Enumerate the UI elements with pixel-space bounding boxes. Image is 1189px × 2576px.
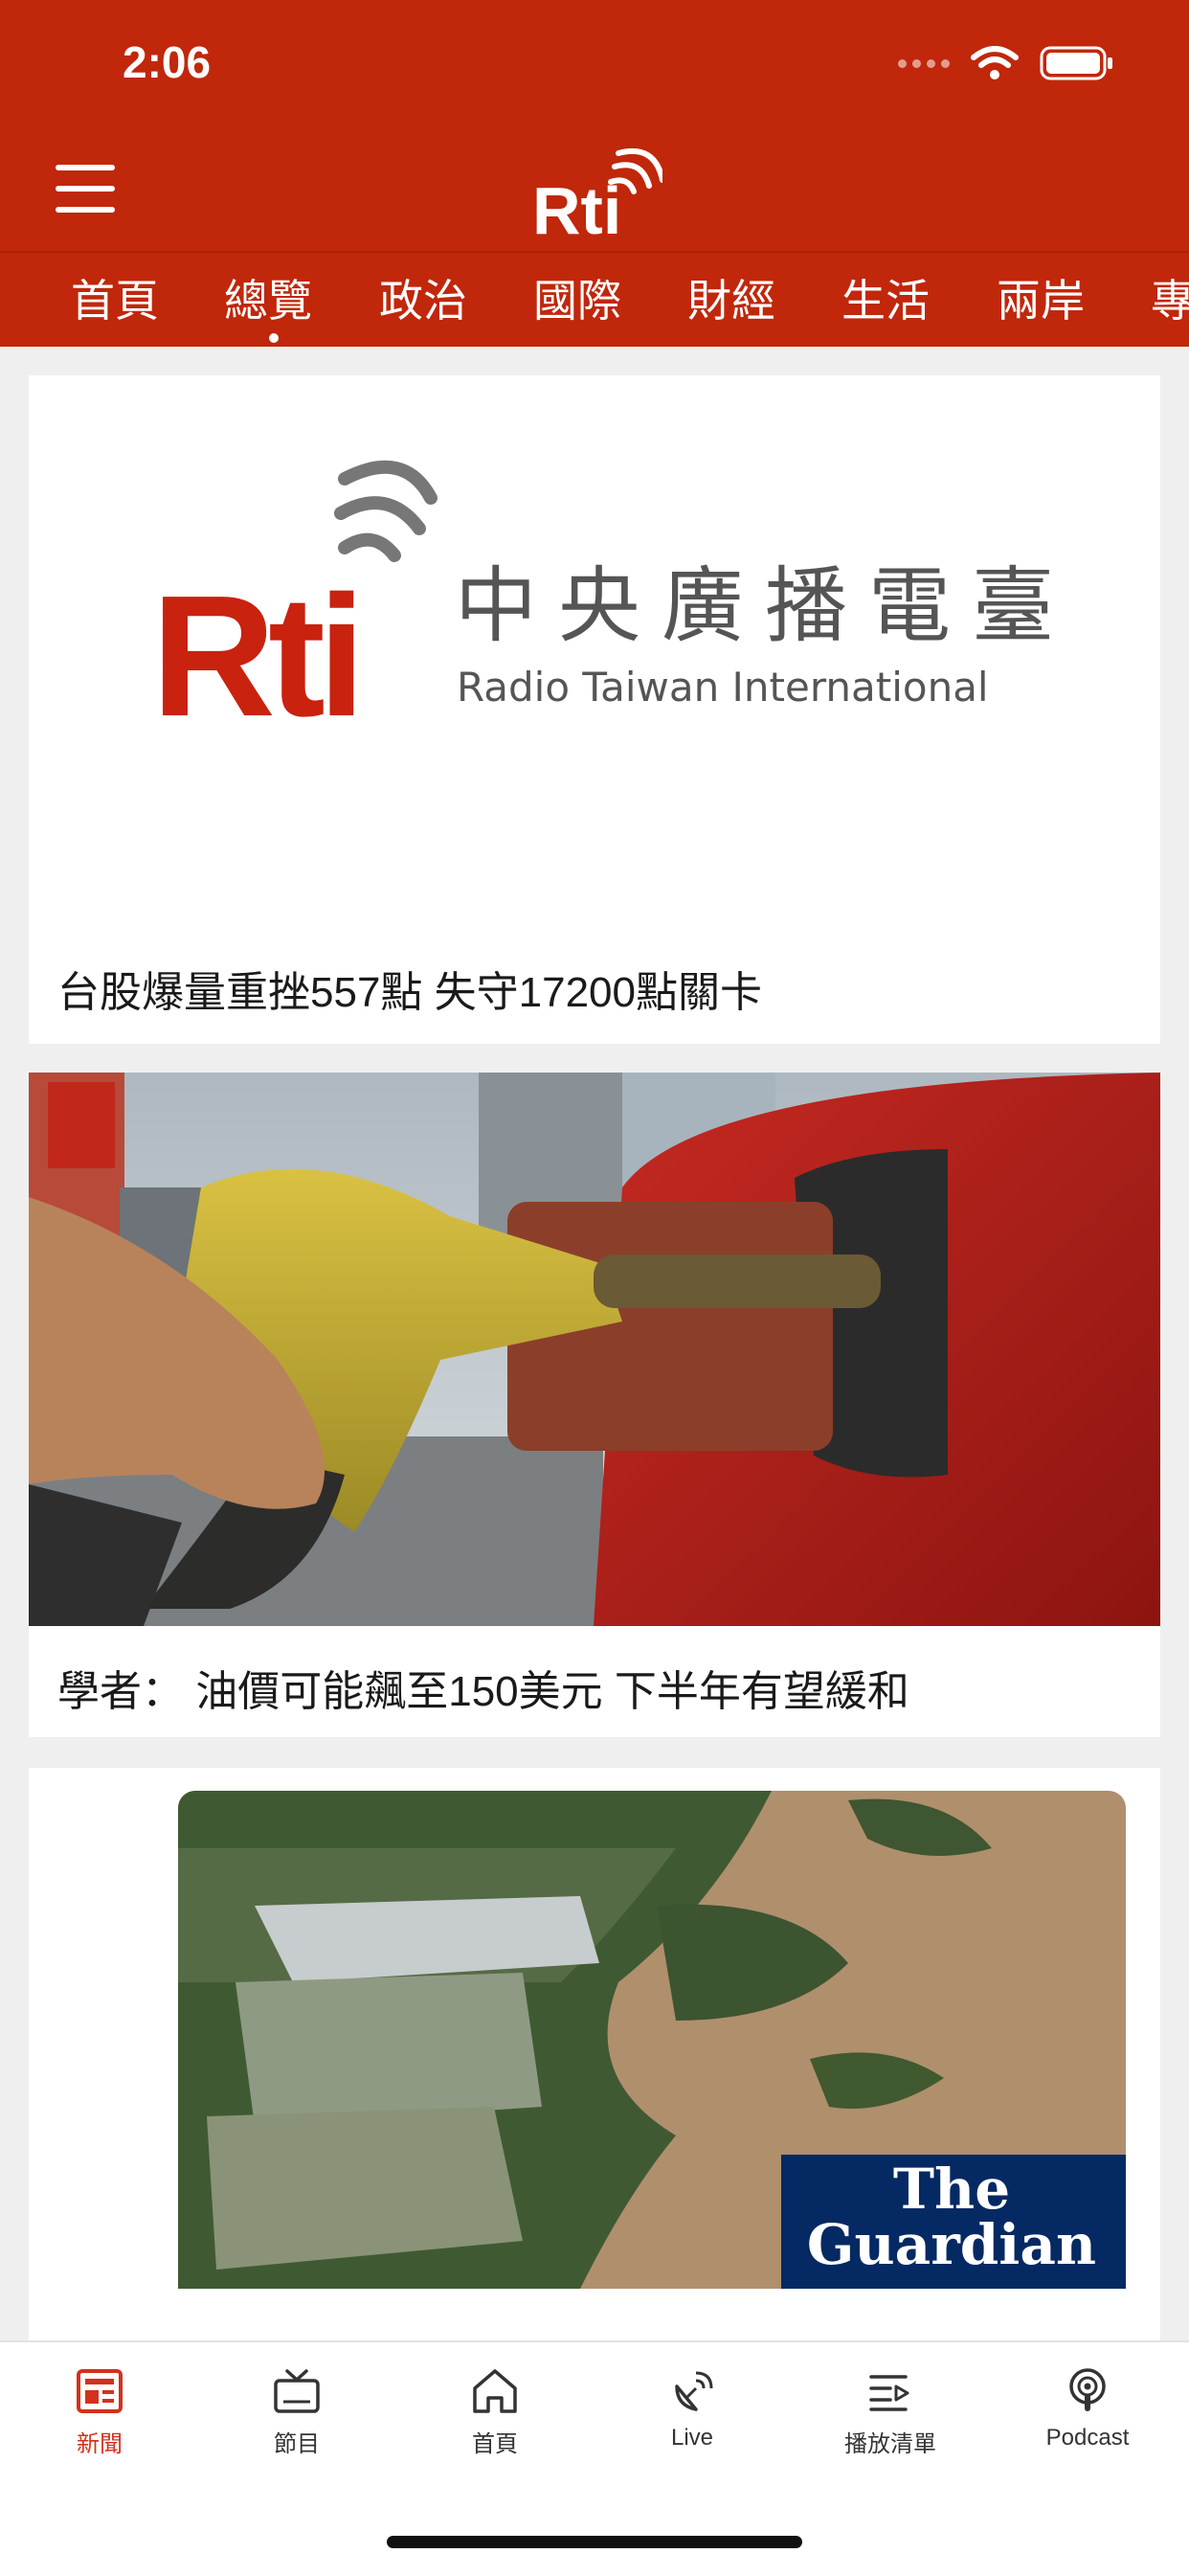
- rti-brand-logo: Rti 中央廣播電臺 Radio Taiwan International: [151, 460, 1075, 753]
- svg-text:Rti: Rti: [151, 560, 358, 753]
- article-image: Rti 中央廣播電臺 Radio Taiwan International: [29, 375, 1160, 912]
- article-card[interactable]: 學者： 油價可能飆至150美元 下半年有望緩和: [29, 1073, 1160, 1737]
- news-icon: [77, 2369, 123, 2413]
- category-tabs: 首頁 總覽 政治 國際 財經 生活 兩岸 專: [0, 251, 1189, 349]
- tab-podcast-label: Podcast: [1045, 2425, 1130, 2451]
- active-tab-indicator: [269, 333, 279, 343]
- tab-home-label: 首頁: [472, 2431, 518, 2457]
- tab-life[interactable]: 生活: [841, 266, 930, 329]
- cellular-signal-icon: [898, 58, 950, 68]
- article-title: 台股爆量重挫557點 失守17200點關卡: [57, 969, 762, 1016]
- playlist-icon: [869, 2375, 909, 2411]
- live-antenna-icon: [675, 2371, 713, 2411]
- app-header: 2:06 Rti 首頁 總覽 政治 國際 財經 生活 兩岸: [0, 0, 1189, 347]
- article-card[interactable]: Rti 中央廣播電臺 Radio Taiwan International 台股…: [29, 375, 1160, 1044]
- tab-home[interactable]: 首頁: [71, 266, 159, 329]
- wifi-icon: [971, 46, 1019, 80]
- article-title: 學者： 油價可能飆至150美元 下半年有望緩和: [57, 1668, 909, 1715]
- battery-icon: [1040, 46, 1114, 80]
- tab-international[interactable]: 國際: [533, 266, 621, 329]
- svg-text:Guardian: Guardian: [807, 2212, 1096, 2277]
- tab-news-label: 新聞: [77, 2431, 123, 2457]
- fuel-nozzle-photo: [29, 1073, 1160, 1626]
- tv-icon: [274, 2369, 320, 2413]
- tab-finance[interactable]: 財經: [687, 266, 775, 329]
- article-image: [29, 1073, 1160, 1626]
- home-icon: [473, 2369, 517, 2413]
- tab-news[interactable]: 新聞: [4, 2367, 195, 2458]
- svg-text:Rti: Rti: [532, 173, 621, 241]
- status-icons: [898, 46, 1114, 80]
- article-image: The Guardian: [178, 1791, 1126, 2289]
- tab-politics[interactable]: 政治: [379, 266, 467, 329]
- tab-special[interactable]: 專: [1151, 266, 1189, 329]
- podcast-icon: [1069, 2368, 1106, 2411]
- hamburger-menu-icon: [56, 165, 115, 170]
- rti-logo: Rti: [528, 146, 665, 248]
- tab-podcast[interactable]: Podcast: [992, 2367, 1183, 2452]
- status-time: 2:06: [123, 37, 212, 87]
- tab-live-label: Live: [670, 2425, 714, 2451]
- tab-playlist[interactable]: 播放清單: [795, 2367, 986, 2458]
- tab-cross-strait[interactable]: 兩岸: [997, 266, 1085, 329]
- tab-overview[interactable]: 總覽: [224, 266, 312, 329]
- home-indicator: [387, 2536, 802, 2548]
- tab-playlist-label: 播放清單: [844, 2431, 936, 2457]
- menu-button[interactable]: [56, 161, 121, 218]
- svg-text:中央廣播電臺: 中央廣播電臺: [455, 558, 1075, 654]
- flooded-town-photo: The Guardian: [178, 1791, 1126, 2289]
- article-card[interactable]: The Guardian: [29, 1768, 1160, 2340]
- tab-home-bottom[interactable]: 首頁: [399, 2367, 591, 2458]
- tab-programs-label: 節目: [274, 2431, 320, 2457]
- tab-live[interactable]: Live: [596, 2367, 788, 2452]
- tab-programs[interactable]: 節目: [201, 2367, 393, 2458]
- svg-text:Radio Taiwan International: Radio Taiwan International: [457, 664, 989, 711]
